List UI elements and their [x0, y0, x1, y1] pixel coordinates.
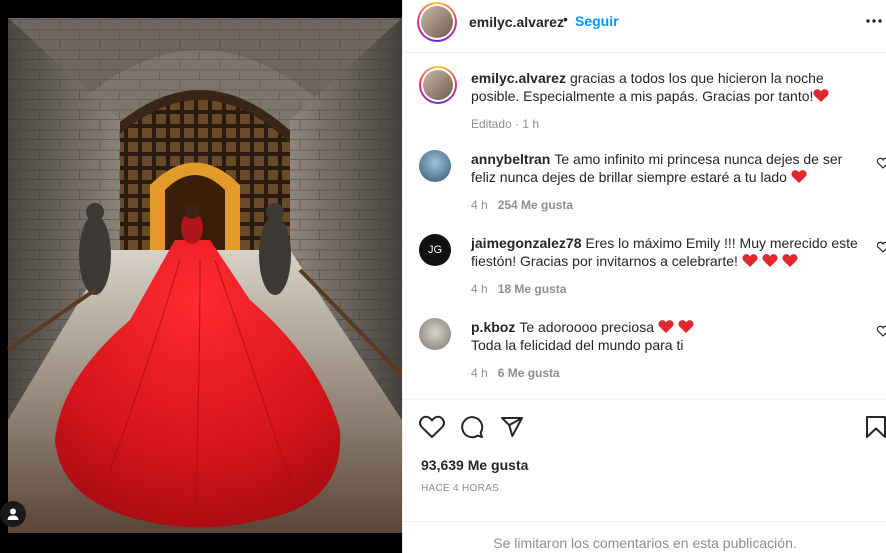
comment-like-button[interactable] — [876, 156, 886, 174]
heart-emoji-icon — [678, 320, 694, 333]
comment-avatar[interactable]: JG — [419, 234, 451, 266]
author-username[interactable]: emilyc.alvarez — [469, 14, 564, 30]
comment-avatar[interactable] — [419, 150, 451, 182]
more-options-button[interactable] — [865, 12, 883, 35]
comment-button[interactable] — [460, 415, 484, 444]
user-tag-button[interactable] — [0, 501, 26, 527]
caption: emilyc.alvarez gracias a todos los que hi… — [419, 66, 881, 146]
heart-icon — [876, 157, 886, 169]
comment-meta: 4 h 6 Me gusta — [471, 364, 871, 382]
post-panel: emilyc.alvarez • Seguir emilyc.alvarez gr… — [402, 0, 886, 553]
heart-icon — [876, 325, 886, 337]
comment-meta: 4 h 18 Me gusta — [471, 280, 871, 298]
comment-likes[interactable]: 6 Me gusta — [498, 366, 560, 380]
bookmark-icon — [866, 416, 886, 438]
comment-likes[interactable]: 254 Me gusta — [498, 198, 573, 212]
comment-body: annybeltran Te amo infinito mi princesa n… — [471, 150, 871, 214]
comment-likes[interactable]: 18 Me gusta — [498, 282, 567, 296]
heart-emoji-icon — [813, 89, 829, 102]
post-timestamp[interactable]: HACE 4 HORAS — [421, 483, 499, 494]
post-image[interactable] — [0, 0, 402, 553]
comments-list[interactable]: emilyc.alvarez gracias a todos los que hi… — [403, 53, 886, 399]
comment-like-button[interactable] — [876, 240, 886, 258]
comment-username[interactable]: jaimegonzalez78 — [471, 235, 582, 251]
heart-icon — [419, 415, 445, 439]
comment-time: 4 h — [471, 198, 488, 212]
user-icon — [7, 508, 19, 520]
comment-item: p.kboz Te adoroooo preciosa Toda la felic… — [419, 318, 886, 388]
heart-emoji-icon — [782, 254, 798, 267]
heart-emoji-icon — [791, 170, 807, 183]
comment-body: jaimegonzalez78 Eres lo máximo Emily !!! … — [471, 234, 871, 298]
share-button[interactable] — [500, 415, 524, 444]
comments-limited-notice: Se limitaron los comentarios en esta pub… — [403, 521, 886, 553]
action-bar: 93,639 Me gusta HACE 4 HORAS Se limitaro… — [403, 399, 886, 553]
comment-username[interactable]: annybeltran — [471, 151, 550, 167]
comment-icon — [461, 416, 484, 439]
castle-bride-photo — [0, 0, 402, 553]
separator-dot: • — [563, 11, 568, 27]
share-icon — [501, 417, 523, 437]
heart-emoji-icon — [742, 254, 758, 267]
heart-emoji-icon — [658, 320, 674, 333]
post-header: emilyc.alvarez • Seguir — [403, 0, 886, 53]
comment-time: 4 h — [471, 282, 488, 296]
avatar-initials: JG — [427, 244, 443, 256]
caption-meta: Editado · 1 h — [471, 117, 540, 131]
more-icon — [866, 19, 882, 23]
heart-icon — [876, 241, 886, 253]
comment-body: p.kboz Te adoroooo preciosa Toda la felic… — [471, 318, 871, 382]
like-button[interactable] — [419, 415, 445, 444]
comment-text-line2: Toda la felicidad del mundo para ti — [471, 337, 684, 353]
comment-text: Te adoroooo preciosa — [519, 319, 654, 335]
heart-emoji-icon — [762, 254, 778, 267]
likes-count[interactable]: 93,639 Me gusta — [421, 457, 528, 473]
comment-like-button[interactable] — [876, 324, 886, 342]
caption-body: emilyc.alvarez gracias a todos los que hi… — [471, 69, 871, 133]
author-avatar[interactable] — [417, 2, 457, 42]
caption-username[interactable]: emilyc.alvarez — [471, 70, 566, 86]
comment-meta: 4 h 254 Me gusta — [471, 196, 871, 214]
comment-time: 4 h — [471, 366, 488, 380]
follow-button[interactable]: Seguir — [575, 13, 619, 29]
comment-username[interactable]: p.kboz — [471, 319, 515, 335]
comment-avatar[interactable] — [419, 318, 451, 350]
comment-item: annybeltran Te amo infinito mi princesa n… — [419, 150, 886, 220]
comment-item: JG jaimegonzalez78 Eres lo máximo Emily !… — [419, 234, 886, 304]
save-button[interactable] — [865, 415, 886, 444]
caption-avatar[interactable] — [419, 66, 457, 104]
